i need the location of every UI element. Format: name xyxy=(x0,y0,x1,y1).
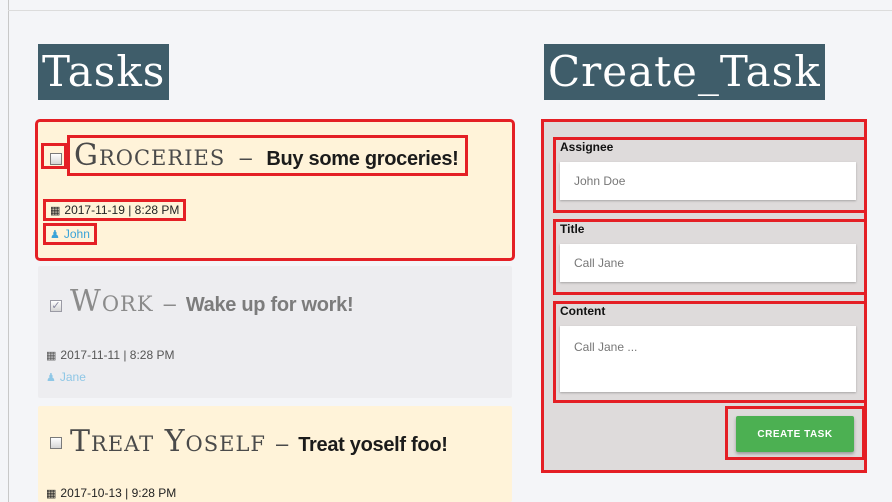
create-task-heading: Create_Task xyxy=(544,44,825,100)
task-date: ▦ 2017-10-13 | 9:28 PM xyxy=(46,486,176,500)
assignee-field-group: Assignee xyxy=(553,137,867,213)
calendar-icon: ▦ xyxy=(46,350,57,362)
title-input[interactable] xyxy=(560,244,856,282)
task-header: Groceries – Buy some groceries! xyxy=(50,135,468,176)
task-card[interactable]: Treat Yoself – Treat yoself foo! ▦ 2017-1… xyxy=(38,406,512,502)
calendar-icon: ▦ xyxy=(50,205,61,217)
assignee-input[interactable] xyxy=(560,162,856,200)
user-icon: ♟ xyxy=(46,372,56,384)
task-date: ▦ 2017-11-19 | 8:28 PM xyxy=(42,199,187,221)
tasks-heading: Tasks xyxy=(38,44,170,100)
task-separator: – xyxy=(239,145,252,170)
user-icon: ♟ xyxy=(50,229,60,241)
task-card[interactable]: ✓ Work – Wake up for work! ▦ 2017-11-11 |… xyxy=(38,266,512,398)
task-header: ✓ Work – Wake up for work! xyxy=(50,284,354,319)
task-assignee[interactable]: ♟ John xyxy=(43,223,97,245)
content-field-group: Content xyxy=(553,301,867,403)
task-title: Groceries xyxy=(74,138,226,173)
task-assignee-name[interactable]: John xyxy=(64,227,90,241)
task-content: Wake up for work! xyxy=(185,294,354,316)
task-content: Treat yoself foo! xyxy=(298,434,448,456)
checkbox-icon[interactable] xyxy=(50,153,62,165)
checkbox-icon[interactable] xyxy=(50,437,62,449)
task-header: Treat Yoself – Treat yoself foo! xyxy=(50,424,448,459)
task-date-text: 2017-10-13 | 9:28 PM xyxy=(60,486,177,500)
task-card[interactable]: Groceries – Buy some groceries! ▦ 2017-11… xyxy=(35,119,515,261)
create-task-button[interactable]: CREATE TASK xyxy=(736,416,854,452)
task-content: Buy some groceries! xyxy=(266,148,459,170)
task-title: Work xyxy=(70,284,154,319)
content-label: Content xyxy=(560,304,606,318)
task-date-text: 2017-11-19 | 8:28 PM xyxy=(64,203,180,217)
task-date: ▦ 2017-11-11 | 8:28 PM xyxy=(46,348,174,362)
task-separator: – xyxy=(163,291,176,316)
title-field-group: Title xyxy=(553,219,867,295)
page-top-border xyxy=(8,10,892,11)
task-assignee-name[interactable]: Jane xyxy=(60,370,86,384)
task-date-text: 2017-11-11 | 8:28 PM xyxy=(60,348,175,362)
title-label: Title xyxy=(560,222,585,236)
assignee-label: Assignee xyxy=(560,140,614,154)
task-separator: – xyxy=(275,431,289,456)
page-left-border xyxy=(8,0,9,502)
calendar-icon: ▦ xyxy=(46,488,57,500)
task-title: Treat Yoself xyxy=(70,424,266,459)
checkbox-icon[interactable]: ✓ xyxy=(50,300,62,312)
task-assignee[interactable]: ♟ Jane xyxy=(46,370,86,384)
content-textarea[interactable] xyxy=(560,326,856,392)
task-title-highlight: Groceries – Buy some groceries! xyxy=(67,135,468,176)
